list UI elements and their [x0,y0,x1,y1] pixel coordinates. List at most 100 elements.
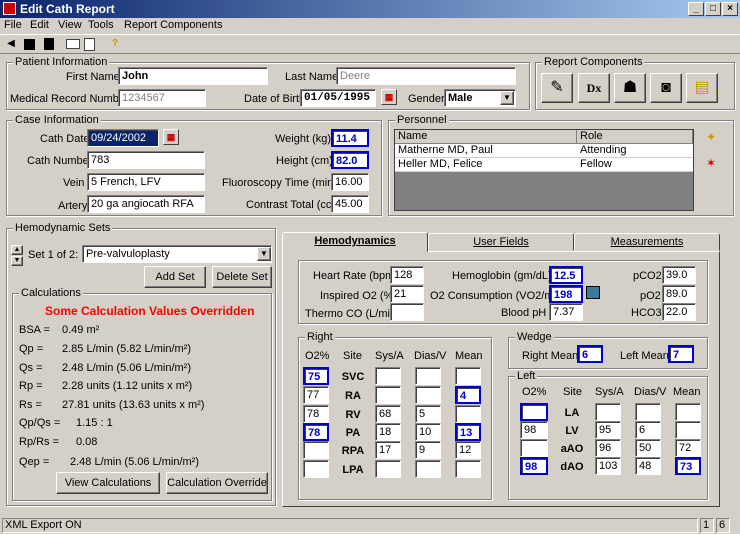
vo2-calculator-icon[interactable] [586,286,600,299]
right-sys-field[interactable]: 68 [375,405,401,423]
remove-person-icon[interactable]: ✶ [704,156,718,170]
left-dias-field[interactable]: 50 [635,439,661,457]
cath-date-field[interactable]: 09/24/2002 [87,129,159,147]
pco2-field[interactable]: 39.0 [662,266,696,284]
diagnosis-button[interactable]: Dx [578,73,610,103]
left-mean-field[interactable]: 73 [675,457,701,475]
left-o2-field[interactable] [520,403,548,421]
left-o2-field[interactable] [520,439,548,457]
close-button[interactable]: × [722,2,738,16]
left-dias-field[interactable] [635,403,661,421]
tab-user-fields[interactable]: User Fields [428,233,574,251]
right-sys-field[interactable] [375,386,401,404]
personnel-row-role[interactable]: Fellow [577,158,693,172]
right-dias-field[interactable] [415,386,441,404]
left-dias-field[interactable]: 48 [635,457,661,475]
right-o2-field[interactable]: 75 [303,367,329,385]
vein-field[interactable]: 5 French, LFV [87,173,205,191]
wedge-left-field[interactable]: 7 [668,345,694,363]
right-sys-field[interactable]: 17 [375,441,401,459]
hemoglobin-field[interactable]: 12.5 [549,266,583,284]
left-dias-field[interactable]: 6 [635,421,661,439]
menu-view[interactable]: View [58,19,82,31]
right-o2-field[interactable] [303,460,329,478]
clipboard-icon[interactable] [44,38,54,50]
cath-number-field[interactable]: 783 [87,151,205,169]
left-mean-field[interactable] [675,403,701,421]
maximize-button[interactable]: □ [705,2,721,16]
right-o2-field[interactable]: 78 [303,405,329,423]
minimize-button[interactable]: _ [688,2,704,16]
right-mean-field[interactable]: 12 [455,441,481,459]
left-sys-field[interactable]: 96 [595,439,621,457]
personnel-row-role[interactable]: Attending [577,144,693,158]
right-dias-field[interactable]: 9 [415,441,441,459]
delete-set-button[interactable]: Delete Set [212,266,272,288]
first-name-field[interactable]: John [118,67,268,85]
thermo-co-field[interactable] [390,303,424,321]
mrn-field[interactable]: 1234567 [118,89,206,107]
back-icon[interactable]: ◀ [4,37,18,51]
right-mean-field[interactable] [455,405,481,423]
set-select[interactable]: Pre-valvuloplasty [82,245,272,263]
set-up-icon[interactable]: ▲ [11,245,23,255]
dob-calendar-icon[interactable]: ▦ [381,89,397,105]
fluoro-field[interactable]: 16.00 [331,173,369,191]
left-sys-field[interactable]: 95 [595,421,621,439]
menu-report-components[interactable]: Report Components [124,19,222,31]
personnel-row-name[interactable]: Heller MD, Felice [395,158,577,172]
blood-ph-field[interactable]: 7.37 [549,303,583,321]
set-dropdown-icon[interactable]: ▼ [257,247,271,261]
left-sys-field[interactable]: 103 [595,457,621,475]
personnel-row-name[interactable]: Matherne MD, Paul [395,144,577,158]
print-preview-icon[interactable] [84,38,95,51]
report-icon[interactable]: ▤ [686,73,718,103]
left-o2-field[interactable]: 98 [520,457,548,475]
add-set-button[interactable]: Add Set [144,266,206,288]
tab-hemodynamics[interactable]: Hemodynamics [282,232,428,252]
right-mean-field[interactable]: 13 [455,423,481,441]
menu-file[interactable]: File [4,19,22,31]
right-mean-field[interactable]: 4 [455,386,481,404]
print-icon[interactable] [66,39,80,49]
right-mean-field[interactable] [455,460,481,478]
weight-field[interactable]: 11.4 [331,129,369,147]
menu-edit[interactable]: Edit [30,19,49,31]
right-sys-field[interactable] [375,460,401,478]
calculation-override-button[interactable]: Calculation Override [166,472,268,494]
tab-measurements[interactable]: Measurements [574,233,720,251]
cath-date-calendar-icon[interactable]: ▦ [163,129,179,145]
right-o2-field[interactable]: 78 [303,423,329,441]
left-o2-field[interactable]: 98 [520,421,548,439]
o2-consumption-field[interactable]: 198 [549,285,583,303]
menu-tools[interactable]: Tools [88,19,114,31]
anatomy-icon[interactable]: ☗ [614,73,646,103]
set-down-icon[interactable]: ▼ [11,256,23,266]
view-calculations-button[interactable]: View Calculations [56,472,160,494]
left-sys-field[interactable] [595,403,621,421]
help-icon[interactable]: ? [108,37,122,51]
right-o2-field[interactable]: 77 [303,386,329,404]
gender-dropdown-icon[interactable]: ▼ [500,91,514,105]
camera-icon[interactable]: ◙ [650,73,682,103]
add-person-icon[interactable]: ✦ [704,130,718,144]
dob-field[interactable]: 01/05/1995 [300,89,376,107]
right-dias-field[interactable] [415,460,441,478]
left-mean-field[interactable]: 72 [675,439,701,457]
inspired-o2-field[interactable]: 21 [390,285,424,303]
right-dias-field[interactable]: 10 [415,423,441,441]
heart-rate-field[interactable]: 128 [390,266,424,284]
right-sys-field[interactable]: 18 [375,423,401,441]
right-mean-field[interactable] [455,367,481,385]
right-dias-field[interactable] [415,367,441,385]
save-icon[interactable] [24,39,35,50]
contrast-field[interactable]: 45.00 [331,195,369,213]
wedge-right-field[interactable]: 6 [577,345,603,363]
right-sys-field[interactable] [375,367,401,385]
artery-field[interactable]: 20 ga angiocath RFA [87,195,205,213]
right-dias-field[interactable]: 5 [415,405,441,423]
right-o2-field[interactable] [303,441,329,459]
po2-field[interactable]: 89.0 [662,285,696,303]
height-field[interactable]: 82.0 [331,151,369,169]
last-name-field[interactable]: Deere [336,67,516,85]
